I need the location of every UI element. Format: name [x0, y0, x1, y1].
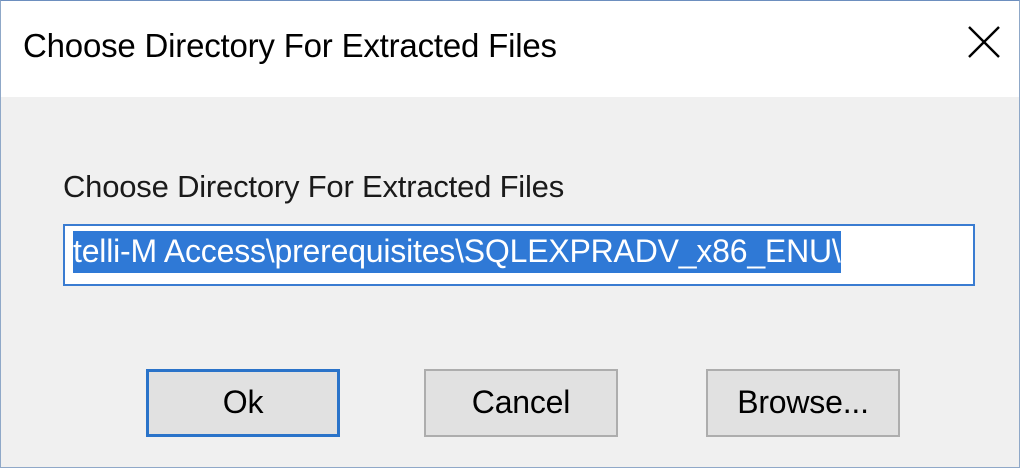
- directory-path-input[interactable]: telli-M Access\prerequisites\SQLEXPRADV_…: [73, 231, 973, 277]
- directory-label: Choose Directory For Extracted Files: [63, 169, 565, 204]
- ok-button[interactable]: Ok: [146, 369, 340, 437]
- window-title: Choose Directory For Extracted Files: [23, 27, 557, 64]
- selected-path-text: telli-M Access\prerequisites\SQLEXPRADV_…: [73, 231, 841, 273]
- close-button[interactable]: [957, 15, 1011, 69]
- extract-directory-dialog: Choose Directory For Extracted Files Cho…: [0, 0, 1020, 468]
- close-icon: [957, 15, 1011, 69]
- directory-path-field[interactable]: telli-M Access\prerequisites\SQLEXPRADV_…: [63, 224, 975, 286]
- cancel-button[interactable]: Cancel: [424, 369, 618, 437]
- title-bar[interactable]: Choose Directory For Extracted Files: [1, 1, 1019, 97]
- browse-button[interactable]: Browse...: [706, 369, 900, 437]
